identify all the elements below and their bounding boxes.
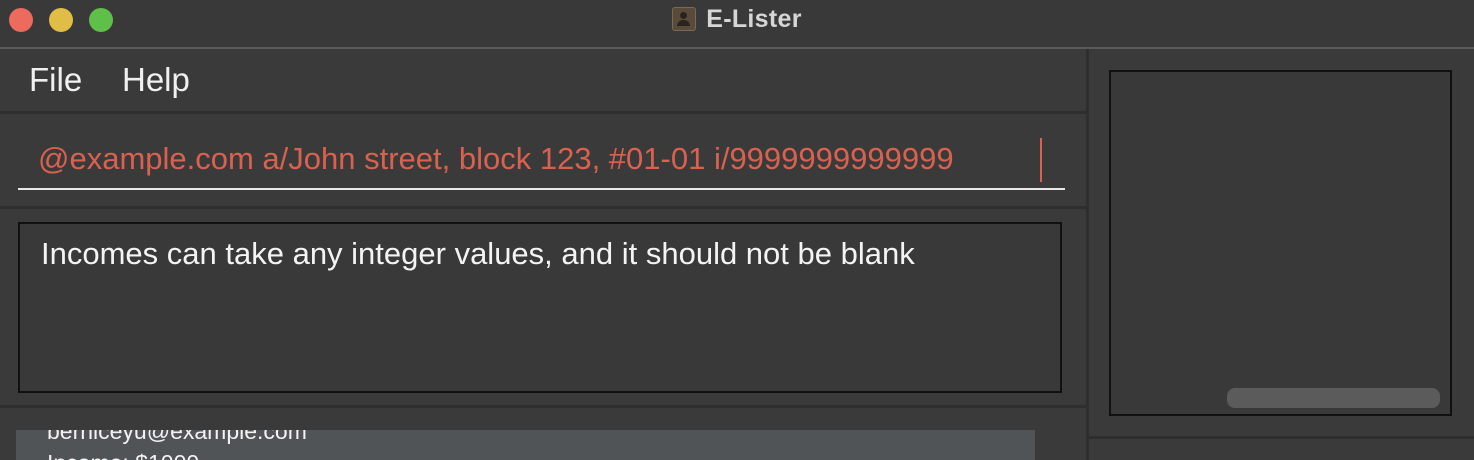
menu-file[interactable]: File	[29, 61, 82, 99]
person-card[interactable]: berniceyu@example.com Income: $1000	[16, 430, 1035, 460]
left-panel: File Help @example.com a/John street, bl…	[0, 49, 1086, 460]
title-bar: E-Lister	[0, 0, 1474, 49]
window-title: E-Lister	[706, 4, 802, 33]
right-panel-separator	[1089, 436, 1474, 439]
person-email: berniceyu@example.com	[47, 430, 307, 444]
result-display-container: Incomes can take any integer values, and…	[0, 209, 1086, 408]
window-title-group: E-Lister	[0, 0, 1474, 38]
text-caret	[1040, 138, 1042, 182]
horizontal-scrollbar[interactable]	[1227, 388, 1440, 408]
menu-help[interactable]: Help	[122, 61, 190, 99]
app-window: E-Lister File Help @example.com a/John s…	[0, 0, 1474, 460]
result-display[interactable]: Incomes can take any integer values, and…	[18, 222, 1062, 393]
menu-bar: File Help	[0, 49, 1086, 114]
command-box: @example.com a/John street, block 123, #…	[0, 114, 1086, 209]
command-input[interactable]: @example.com a/John street, block 123, #…	[18, 128, 1065, 190]
contact-book-icon	[672, 7, 697, 31]
result-message: Incomes can take any integer values, and…	[41, 236, 915, 271]
detail-panel[interactable]	[1109, 70, 1452, 416]
right-panel	[1089, 49, 1474, 460]
person-list[interactable]: berniceyu@example.com Income: $1000	[0, 408, 1086, 460]
person-income: Income: $1000	[47, 450, 199, 460]
